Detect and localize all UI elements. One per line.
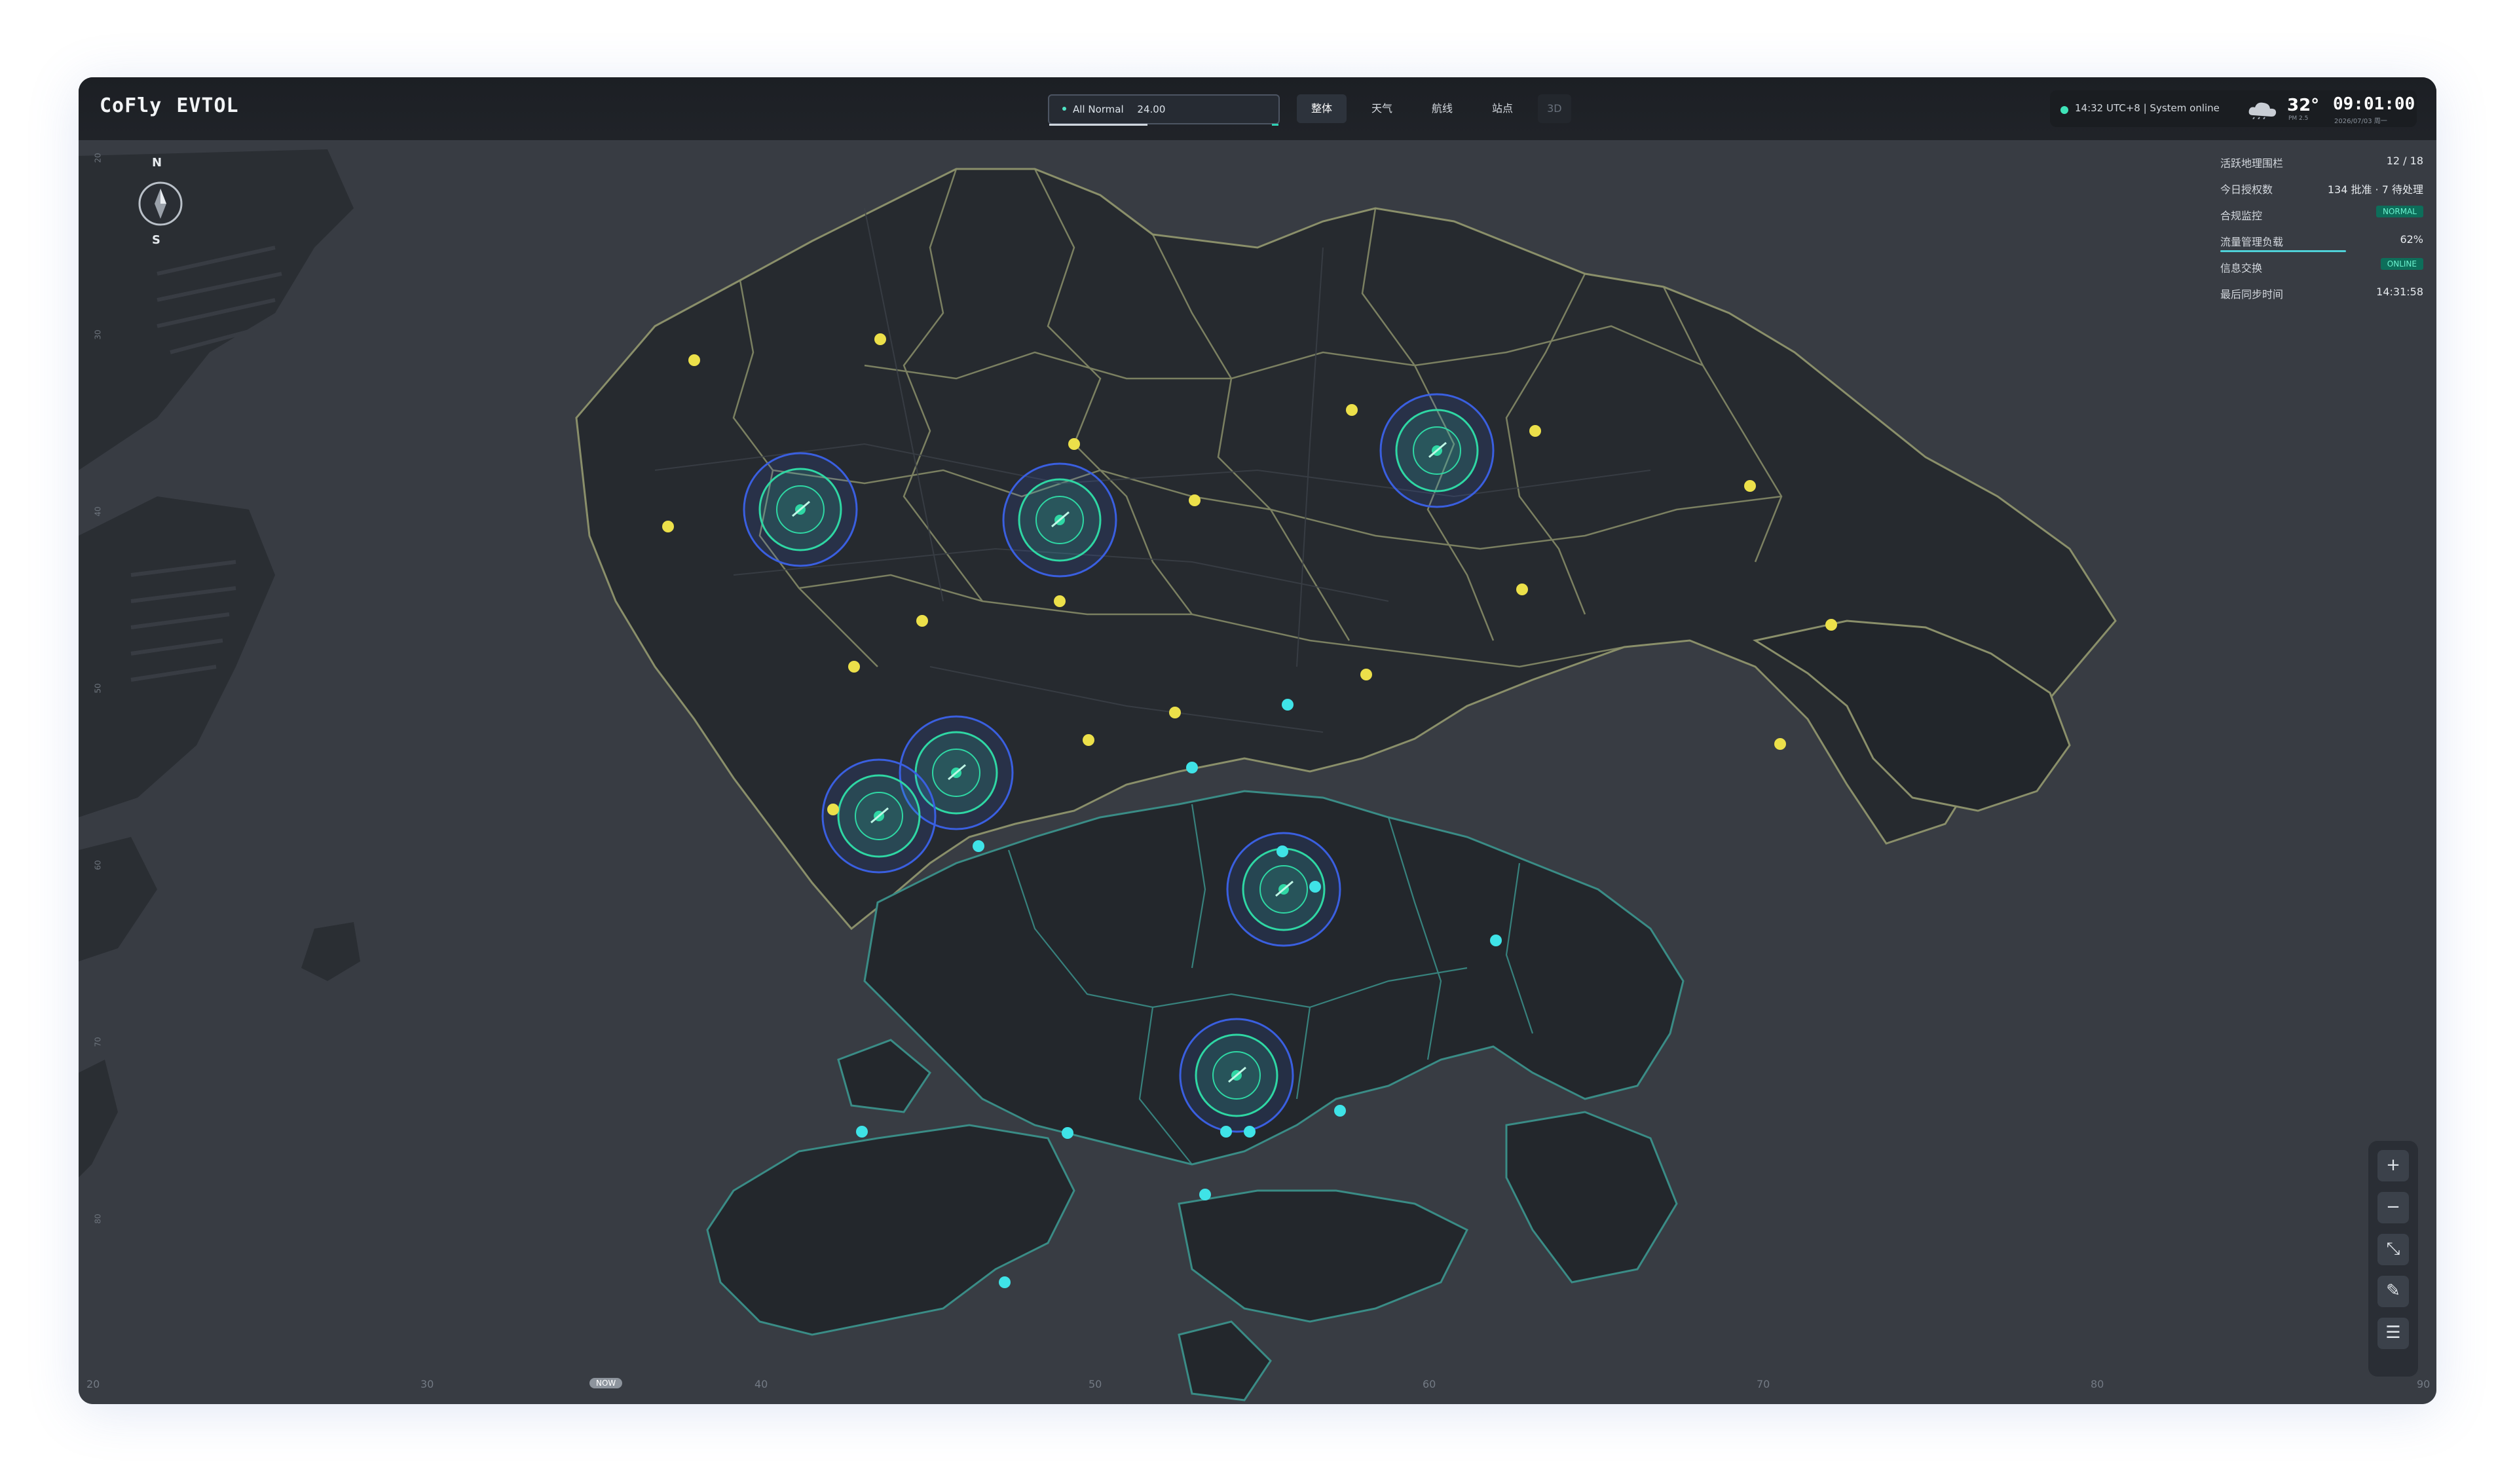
zoom-out-button[interactable]: − [2377, 1192, 2409, 1223]
cloud-icon [2248, 102, 2277, 119]
stat-label: 今日授权数 [2220, 183, 2273, 196]
hub-station [1179, 1018, 1294, 1133]
stat-label: 活跃地理围栏 [2220, 157, 2284, 170]
tab-weather[interactable]: 天气 [1357, 94, 1407, 123]
app-window: CoFly EVTOL All Normal 24.00 整体 天气 航线 站点 3D 1… [79, 77, 2436, 1404]
ruler-tick: 70 [93, 1037, 103, 1047]
temperature-sub: PM 2.5 [2288, 115, 2309, 122]
ruler-tick: 40 [93, 506, 103, 517]
stat-traffic-load: 流量管理负载 62% [2220, 233, 2423, 259]
clock-date: 2026/07/03 周一 [2334, 118, 2387, 125]
system-info: 14:32 UTC+8 | System online 32° PM 2.5 0… [2050, 90, 2417, 127]
ruler-tick: 70 [1757, 1378, 1770, 1390]
now-marker[interactable]: NOW [589, 1378, 623, 1388]
clock-time: 09:01:00 [2333, 94, 2415, 114]
status-text: All Normal [1073, 103, 1124, 115]
stat-label: 最后同步时间 [2220, 288, 2284, 301]
stat-authorizations: 今日授权数 134 批准 · 7 待处理 [2220, 181, 2423, 207]
stat-value: 134 批准 · 7 待处理 [2327, 183, 2423, 196]
brand-product: EVTOL [176, 94, 239, 117]
ruler-tick: 80 [93, 1214, 103, 1224]
ruler-tick: 60 [93, 860, 103, 870]
hub-station [821, 758, 937, 874]
ruler-tick: 30 [93, 329, 103, 340]
stat-value: 14:31:58 [2376, 286, 2423, 298]
load-meter [2220, 250, 2347, 252]
view-tabs: 整体 天气 航线 站点 3D [1297, 94, 1582, 123]
status-progress-end [1272, 124, 1278, 126]
online-indicator [2060, 106, 2068, 114]
brand-name: CoFly [100, 94, 162, 117]
ruler-tick: 20 [86, 1378, 100, 1390]
compass-south: S [152, 233, 160, 247]
tab-stations[interactable]: 站点 [1478, 94, 1527, 123]
status-badge: ONLINE [2380, 258, 2423, 270]
compass-icon [138, 181, 183, 226]
tab-overview[interactable]: 整体 [1297, 94, 1347, 123]
top-bar: CoFly EVTOL All Normal 24.00 整体 天气 航线 站点 3D 1… [79, 77, 2436, 140]
ruler-tick: 50 [93, 683, 103, 694]
stat-label: 信息交换 [2220, 262, 2263, 274]
ruler-tick: 60 [1423, 1378, 1436, 1390]
tab-routes[interactable]: 航线 [1417, 94, 1467, 123]
status-count: 24.00 [1137, 103, 1166, 115]
status-badge: NORMAL [2375, 206, 2423, 217]
stat-geofence: 活跃地理围栏 12 / 18 [2220, 155, 2423, 181]
stat-label: 合规监控 [2220, 210, 2263, 222]
stat-last-sync: 最后同步时间 14:31:58 [2220, 286, 2423, 312]
temperature-value: 32° [2287, 96, 2320, 115]
system-status-pill[interactable]: All Normal 24.00 [1048, 94, 1280, 126]
ruler-tick: 30 [420, 1378, 434, 1390]
map-controls: + − ⤡ ✎ ☰ [2368, 1141, 2418, 1377]
stat-value: 62% [2400, 233, 2423, 246]
hub-station [1379, 393, 1495, 508]
time-ruler[interactable]: 20 30 NOW 40 50 60 70 80 90 [79, 1377, 2436, 1404]
stat-compliance: 合规监控 NORMAL [2220, 206, 2423, 233]
hub-station [743, 452, 858, 567]
draw-button[interactable]: ✎ [2377, 1276, 2409, 1307]
status-dot [1062, 107, 1066, 111]
brand-logo: CoFly EVTOL [100, 94, 253, 117]
ruler-tick: 90 [2417, 1378, 2431, 1390]
stat-value: 12 / 18 [2386, 155, 2423, 167]
system-status-text: 14:32 UTC+8 | System online [2075, 102, 2220, 114]
status-progress-bar [1049, 124, 1147, 126]
stat-label: 流量管理负载 [2220, 236, 2284, 248]
zoom-in-button[interactable]: + [2377, 1150, 2409, 1181]
hub-station [1002, 462, 1117, 578]
compass-north: N [152, 156, 162, 170]
tab-3d[interactable]: 3D [1538, 94, 1571, 123]
stats-panel: 活跃地理围栏 12 / 18 今日授权数 134 批准 · 7 待处理 合规监控… [2220, 155, 2423, 312]
ruler-tick: 40 [754, 1378, 768, 1390]
left-ruler: 20 30 40 50 60 70 80 [79, 140, 105, 1391]
ruler-tick: 20 [93, 153, 103, 163]
fullscreen-button[interactable]: ⤡ [2377, 1234, 2409, 1265]
stat-info-exchange: 信息交换 ONLINE [2220, 258, 2423, 286]
ruler-tick: 50 [1089, 1378, 1102, 1390]
map-canvas[interactable] [79, 77, 2436, 1404]
ruler-tick: 80 [2091, 1378, 2104, 1390]
layers-button[interactable]: ☰ [2377, 1318, 2409, 1349]
compass[interactable]: N S [132, 156, 185, 254]
